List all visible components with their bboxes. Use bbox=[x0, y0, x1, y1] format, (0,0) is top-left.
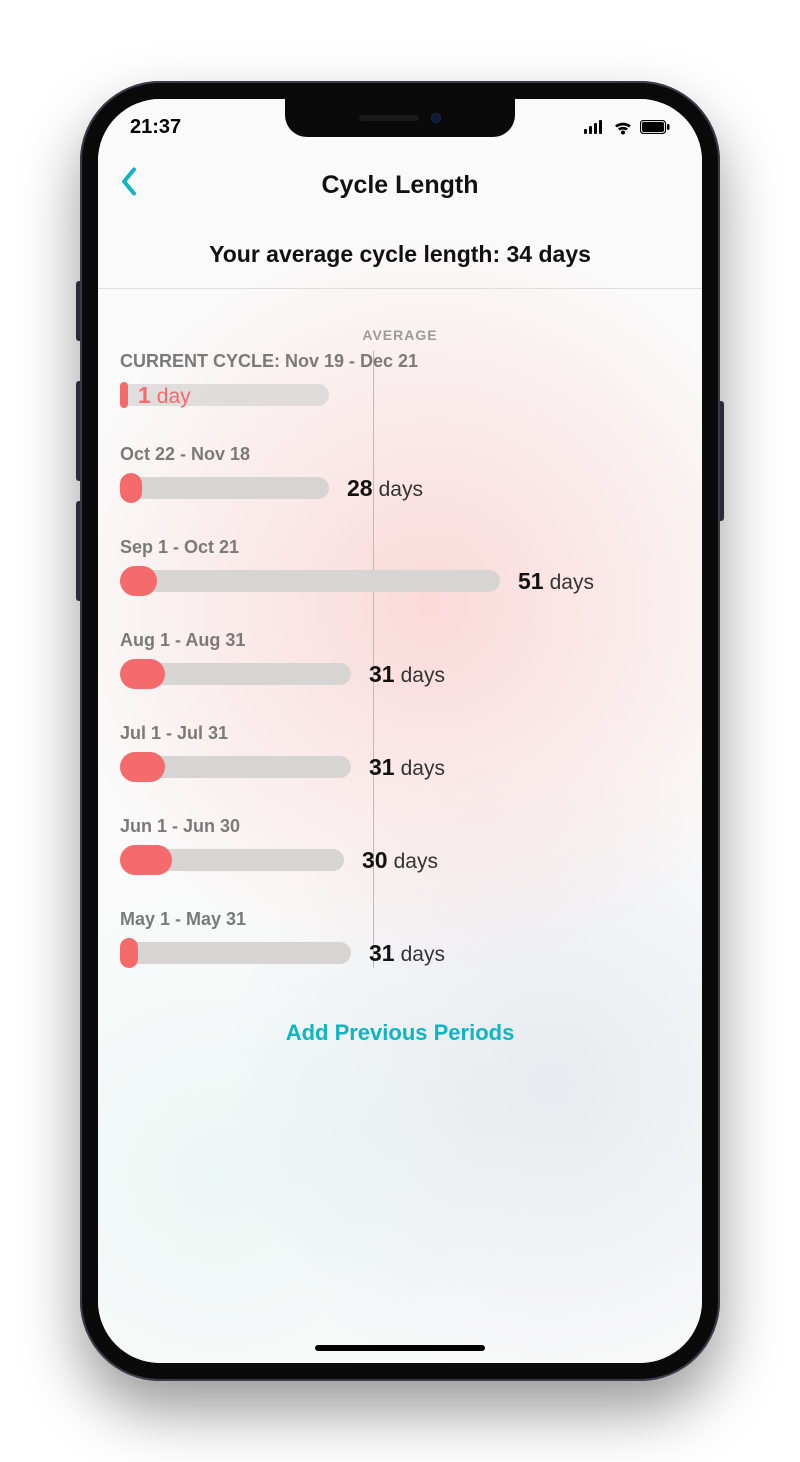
status-time: 21:37 bbox=[130, 116, 181, 139]
status-right bbox=[584, 119, 670, 135]
cycle-bar-track bbox=[120, 570, 500, 592]
speaker-grille bbox=[359, 115, 419, 121]
phone-side-button bbox=[720, 401, 724, 521]
cycle-row[interactable]: Aug 1 - Aug 31 31days bbox=[120, 630, 680, 689]
wifi-icon bbox=[612, 119, 634, 135]
period-pill bbox=[120, 473, 142, 503]
chevron-left-icon bbox=[120, 167, 138, 197]
add-previous-periods-button[interactable]: Add Previous Periods bbox=[98, 1002, 702, 1074]
home-indicator[interactable] bbox=[315, 1345, 485, 1351]
cycle-days-value: 51days bbox=[518, 568, 594, 595]
cycle-bar: 51days bbox=[120, 566, 680, 596]
period-pill bbox=[120, 382, 128, 408]
cycle-date-range: Aug 1 - Aug 31 bbox=[120, 630, 680, 651]
cycle-bar: 1day bbox=[120, 380, 680, 410]
cycle-days-value: 31days bbox=[369, 754, 445, 781]
screen: 21:37 Cycle Length Your average cycle le… bbox=[98, 99, 702, 1363]
cycle-date-range: CURRENT CYCLE: Nov 19 - Dec 21 bbox=[120, 351, 680, 372]
cycle-bar-track bbox=[120, 477, 329, 499]
cycle-days-value: 31days bbox=[369, 661, 445, 688]
cycle-bar: 31days bbox=[120, 659, 680, 689]
back-button[interactable] bbox=[120, 167, 138, 204]
period-pill bbox=[120, 752, 165, 782]
phone-frame: 21:37 Cycle Length Your average cycle le… bbox=[80, 81, 720, 1381]
cycle-row[interactable]: Sep 1 - Oct 21 51days bbox=[120, 537, 680, 596]
nav-header: Cycle Length bbox=[98, 155, 702, 215]
cycle-days-value: 30days bbox=[362, 847, 438, 874]
content: AVERAGE CURRENT CYCLE: Nov 19 - Dec 21 1d… bbox=[98, 289, 702, 968]
period-pill bbox=[120, 566, 157, 596]
cycle-row[interactable]: Jul 1 - Jul 31 31days bbox=[120, 723, 680, 782]
cellular-signal-icon bbox=[584, 120, 606, 134]
cycle-bar: 31days bbox=[120, 752, 680, 782]
cycle-days-value: 28days bbox=[347, 475, 423, 502]
notch bbox=[285, 99, 515, 137]
front-camera bbox=[431, 113, 441, 123]
cycle-days-value: 1day bbox=[138, 382, 191, 409]
cycle-days-value: 31days bbox=[369, 940, 445, 967]
cycle-date-range: Sep 1 - Oct 21 bbox=[120, 537, 680, 558]
cycle-row[interactable]: CURRENT CYCLE: Nov 19 - Dec 21 1day bbox=[120, 351, 680, 410]
cycle-date-range: Jul 1 - Jul 31 bbox=[120, 723, 680, 744]
cycle-bar: 31days bbox=[120, 938, 680, 968]
period-pill bbox=[120, 659, 165, 689]
battery-icon bbox=[640, 120, 670, 134]
period-pill bbox=[120, 938, 138, 968]
period-pill bbox=[120, 845, 172, 875]
cycle-date-range: Oct 22 - Nov 18 bbox=[120, 444, 680, 465]
cycle-date-range: Jun 1 - Jun 30 bbox=[120, 816, 680, 837]
cycle-bar: 30days bbox=[120, 845, 680, 875]
cycle-row[interactable]: Jun 1 - Jun 30 30days bbox=[120, 816, 680, 875]
cycle-bar-track bbox=[120, 942, 351, 964]
cycle-bar: 28days bbox=[120, 473, 680, 503]
average-label: AVERAGE bbox=[120, 327, 680, 343]
cycle-row[interactable]: May 1 - May 31 31days bbox=[120, 909, 680, 968]
chart-area: CURRENT CYCLE: Nov 19 - Dec 21 1day Oct 22… bbox=[120, 351, 680, 968]
page-title: Cycle Length bbox=[322, 171, 479, 200]
cycle-date-range: May 1 - May 31 bbox=[120, 909, 680, 930]
cycle-row[interactable]: Oct 22 - Nov 18 28days bbox=[120, 444, 680, 503]
summary-line: Your average cycle length: 34 days bbox=[98, 215, 702, 289]
